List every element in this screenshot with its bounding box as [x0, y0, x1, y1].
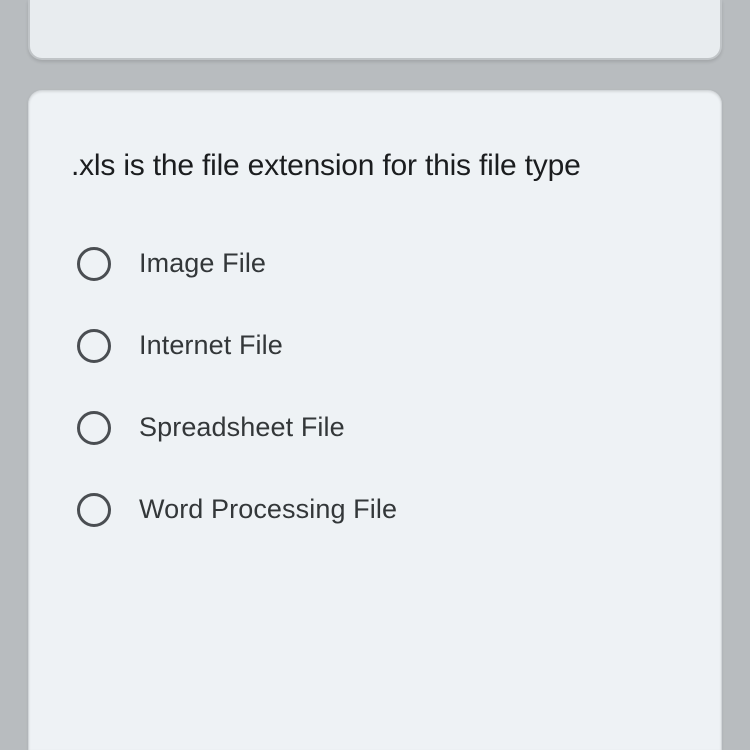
option-image-file[interactable]: Image File	[77, 247, 679, 281]
question-card: .xls is the file extension for this file…	[28, 90, 722, 750]
option-spreadsheet-file[interactable]: Spreadsheet File	[77, 411, 679, 445]
option-word-processing-file[interactable]: Word Processing File	[77, 493, 679, 527]
radio-icon	[77, 247, 111, 281]
radio-icon	[77, 329, 111, 363]
radio-icon	[77, 411, 111, 445]
options-group: Image File Internet File Spreadsheet Fil…	[71, 247, 679, 527]
radio-icon	[77, 493, 111, 527]
option-label: Image File	[139, 248, 266, 279]
option-label: Spreadsheet File	[139, 412, 345, 443]
option-label: Internet File	[139, 330, 283, 361]
question-prompt: .xls is the file extension for this file…	[71, 146, 679, 187]
previous-card-edge	[28, 0, 722, 60]
option-label: Word Processing File	[139, 494, 397, 525]
option-internet-file[interactable]: Internet File	[77, 329, 679, 363]
